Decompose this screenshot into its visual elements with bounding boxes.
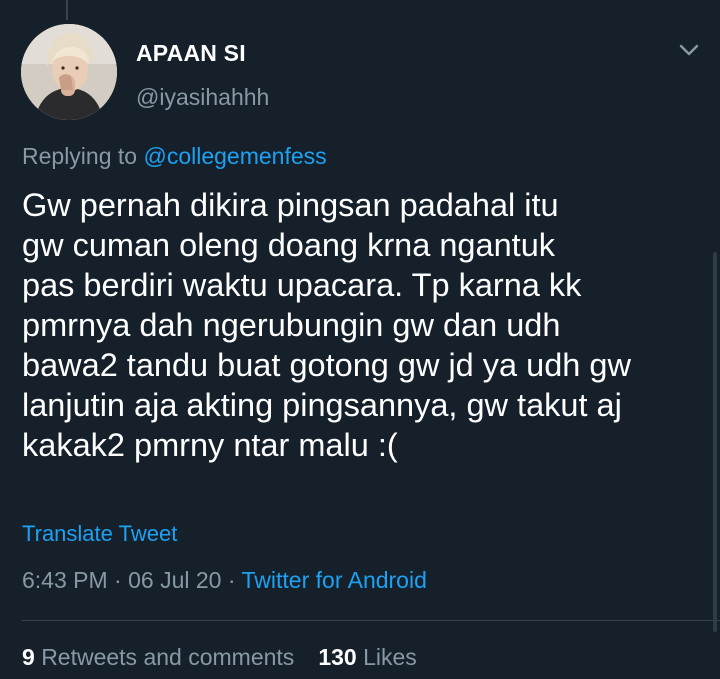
tweet-time: 6:43 PM <box>22 567 108 593</box>
tweet-text-line: pas berdiri waktu upacara. Tp karna kk <box>22 267 582 303</box>
tweet-text-line: kakak2 pmrny ntar malu :( <box>22 427 398 463</box>
likes-count: 130 <box>318 644 357 670</box>
reply-mention-link[interactable]: @collegemenfess <box>143 143 326 169</box>
meta-separator: · <box>227 567 236 593</box>
tweet-detail-view: APAAN SI @iyasihahhh Replying to @colleg… <box>0 0 720 679</box>
likes-label: Likes <box>363 644 417 670</box>
tweet-text-line: bawa2 tandu buat gotong gw jd ya udh gw <box>22 347 631 383</box>
tweet-metadata: 6:43 PM · 06 Jul 20 · Twitter for Androi… <box>22 567 427 594</box>
meta-separator: · <box>114 567 122 593</box>
retweets-count: 9 <box>22 644 35 670</box>
retweets-stat[interactable]: 9 Retweets and comments <box>22 644 294 670</box>
tweet-stats: 9 Retweets and comments 130 Likes <box>22 644 417 671</box>
chevron-down-icon[interactable] <box>674 38 704 62</box>
author-handle[interactable]: @iyasihahhh <box>136 84 269 111</box>
avatar-photo <box>21 24 117 120</box>
tweet-text-line: pmrnya dah ngerubungin gw dan udh <box>22 307 561 343</box>
tweet-text-line: gw cuman oleng doang krna ngantuk <box>22 227 556 263</box>
reply-context-prefix: Replying to <box>22 143 138 169</box>
author-display-name[interactable]: APAAN SI <box>136 40 246 67</box>
thread-connector-line <box>66 0 68 20</box>
tweet-source-link[interactable]: Twitter for Android <box>242 567 427 593</box>
divider <box>22 620 720 621</box>
retweets-label: Retweets and comments <box>41 644 295 670</box>
tweet-text-line: Gw pernah dikira pingsan padahal itu <box>22 187 559 223</box>
likes-stat[interactable]: 130 Likes <box>318 644 416 670</box>
translate-tweet-link[interactable]: Translate Tweet <box>22 521 177 547</box>
avatar[interactable] <box>21 24 117 120</box>
reply-context: Replying to @collegemenfess <box>22 143 327 170</box>
tweet-text: Gw pernah dikira pingsan padahal itu gw … <box>22 185 712 465</box>
tweet-text-line: lanjutin aja akting pingsannya, gw takut… <box>22 387 622 423</box>
scrollbar[interactable] <box>713 252 717 632</box>
tweet-date: 06 Jul 20 <box>128 567 222 593</box>
